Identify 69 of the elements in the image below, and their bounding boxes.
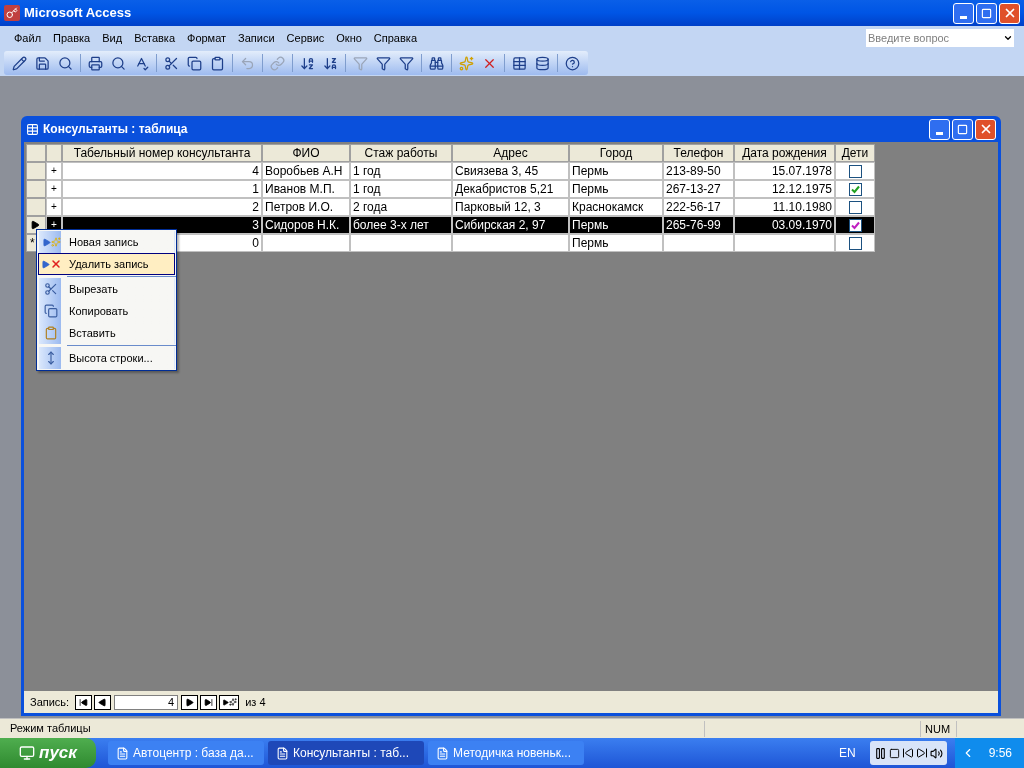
menu-item[interactable]: Файл	[8, 29, 48, 47]
column-header[interactable]: Телефон	[663, 144, 734, 162]
menu-item[interactable]: Правка	[47, 29, 97, 47]
table-cell: 1	[62, 180, 262, 198]
menu-item[interactable]: Формат	[181, 29, 233, 47]
start-button[interactable]: пуск	[0, 738, 96, 768]
menu-item[interactable]: Справка	[367, 29, 423, 47]
table-cell: Краснокамск	[569, 198, 663, 216]
context-menu-item[interactable]: Вставить	[38, 322, 175, 344]
table-cell: 213-89-50	[663, 162, 734, 180]
table-cell: 2 года	[350, 198, 452, 216]
column-header[interactable]: Табельный номер консультанта	[62, 144, 262, 162]
context-menu-item[interactable]: Копировать	[38, 300, 175, 322]
menu-item[interactable]: Сервис	[280, 29, 331, 47]
record-count: из 4	[245, 694, 266, 710]
clock: 9:56	[988, 745, 1012, 762]
table-cell: 1 год	[350, 180, 452, 198]
menu-item[interactable]: Вид	[96, 29, 129, 47]
context-menu-item[interactable]: Высота строки...	[38, 347, 175, 369]
table-cell: Сибирская 2, 97	[452, 216, 569, 234]
table-cell: 2	[62, 198, 262, 216]
taskbar-button[interactable]: Автоцентр : база да...	[108, 741, 264, 765]
table-cell: Парковый 12, 3	[452, 198, 569, 216]
context-menu-item[interactable]: Удалить запись	[38, 253, 175, 275]
column-header[interactable]: ФИО	[262, 144, 350, 162]
table-cell: Декабристов 5,21	[452, 180, 569, 198]
menu-item[interactable]: Вставка	[128, 29, 181, 47]
language-indicator[interactable]: EN	[838, 744, 856, 762]
window-title: Консультанты : таблица	[43, 121, 189, 138]
table-cell: Пермь	[569, 180, 663, 198]
table-cell: 1 год	[350, 162, 452, 180]
column-header[interactable]: Адрес	[452, 144, 569, 162]
table-cell: Пермь	[569, 234, 663, 252]
taskbar-button[interactable]: Методичка новеньк...	[428, 741, 584, 765]
expand-toggle[interactable]: +	[46, 162, 62, 180]
table-cell: Пермь	[569, 216, 663, 234]
column-header[interactable]: Дата рождения	[734, 144, 835, 162]
table-cell: 15.07.1978	[734, 162, 835, 180]
column-header[interactable]: Стаж работы	[350, 144, 452, 162]
table-cell: 267-13-27	[663, 180, 734, 198]
menu-item[interactable]: Окно	[330, 29, 368, 47]
table-cell: 12.12.1975	[734, 180, 835, 198]
status-text: Режим таблицы	[9, 721, 92, 737]
table-cell: 4	[62, 162, 262, 180]
expand-toggle[interactable]: +	[46, 198, 62, 216]
table-cell: 222-56-17	[663, 198, 734, 216]
column-header[interactable]: Город	[569, 144, 663, 162]
table-cell: Свиязева 3, 45	[452, 162, 569, 180]
column-header[interactable]: Дети	[835, 144, 875, 162]
table-cell: Воробьев А.Н	[262, 162, 350, 180]
menu-item[interactable]: Записи	[232, 29, 281, 47]
num-lock-indicator: NUM	[920, 720, 956, 737]
table-cell: Петров И.О.	[262, 198, 350, 216]
new-row-marker: *	[30, 237, 35, 249]
table-cell: Пермь	[569, 162, 663, 180]
help-search-field[interactable]: Введите вопрос	[866, 29, 1002, 47]
table-cell: 11.10.1980	[734, 198, 835, 216]
record-label: Запись:	[30, 694, 70, 710]
table-cell: 265-76-99	[663, 216, 734, 234]
expand-toggle[interactable]: +	[46, 180, 62, 198]
context-menu-item[interactable]: Новая запись	[38, 231, 175, 253]
window-title: Microsoft Access	[24, 4, 133, 23]
table-cell: более 3-х лет	[350, 216, 452, 234]
table-cell: Иванов М.П.	[262, 180, 350, 198]
table-cell: Сидоров Н.К.	[262, 216, 350, 234]
context-menu-item[interactable]: Вырезать	[38, 278, 175, 300]
record-number-field[interactable]: 4	[114, 694, 179, 710]
taskbar-button[interactable]: Консультанты : таб...	[268, 741, 424, 765]
table-cell: 03.09.1970	[734, 216, 835, 234]
